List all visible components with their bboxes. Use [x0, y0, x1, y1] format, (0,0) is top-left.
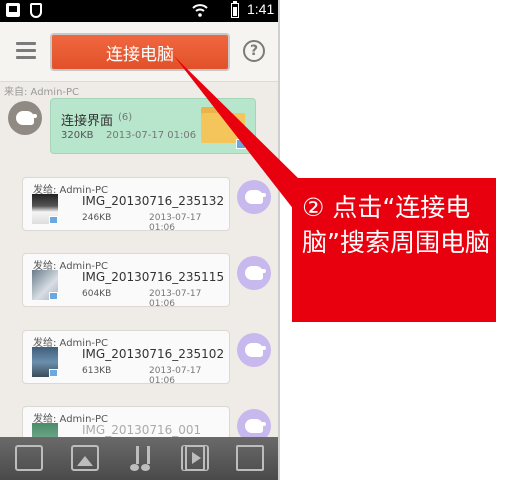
screenshot-stage: 1:41 连接电脑 ? 来自: Admin-PC 连接界面 (6) 320KB … [0, 0, 507, 480]
instruction-callout: ② 点击“连接电脑”搜索周围电脑 [292, 178, 496, 322]
